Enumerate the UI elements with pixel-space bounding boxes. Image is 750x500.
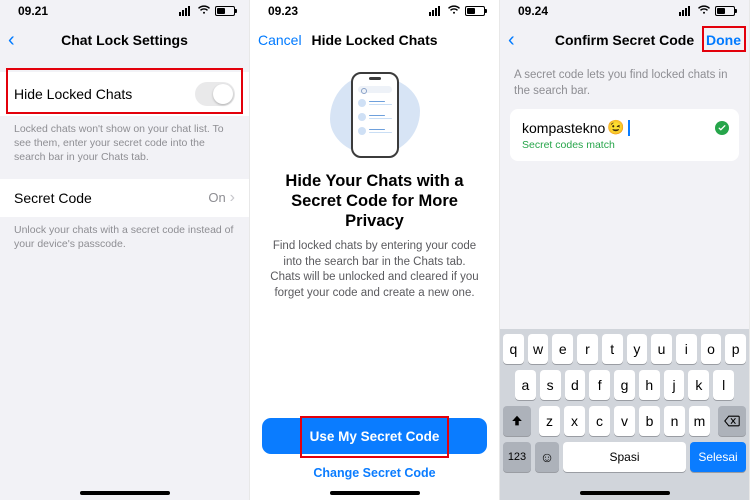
page-title: Chat Lock Settings: [61, 32, 188, 48]
key-i[interactable]: i: [676, 334, 697, 364]
page-title: Confirm Secret Code: [555, 32, 694, 48]
instruction-text: A secret code lets you find locked chats…: [500, 58, 749, 109]
screen-chat-lock-settings: 09.21 ‹ Chat Lock Settings Hide Locked C…: [0, 0, 250, 500]
settings-body: Hide Locked Chats Locked chats won't sho…: [0, 58, 249, 500]
key-t[interactable]: t: [602, 334, 623, 364]
chevron-right-icon: ›: [230, 189, 235, 207]
done-button[interactable]: Done: [706, 22, 741, 58]
battery-icon: [465, 6, 485, 16]
wifi-icon: [197, 4, 211, 18]
code-text: kompastekno: [522, 120, 605, 136]
keyboard-done-key[interactable]: Selesai: [690, 442, 746, 472]
illustration: [315, 66, 435, 164]
match-indicator: Secret codes match: [522, 139, 727, 151]
key-c[interactable]: c: [589, 406, 610, 436]
signal-icon: [679, 6, 693, 16]
chevron-left-icon: ‹: [508, 30, 515, 50]
key-e[interactable]: e: [552, 334, 573, 364]
headline: Hide Your Chats with a Secret Code for M…: [270, 172, 479, 231]
key-row-2: asdfghjkl: [503, 370, 746, 400]
shift-key[interactable]: [503, 406, 531, 436]
key-n[interactable]: n: [664, 406, 685, 436]
key-b[interactable]: b: [639, 406, 660, 436]
key-row-3: zxcvbnm: [503, 406, 746, 436]
key-o[interactable]: o: [701, 334, 722, 364]
home-indicator[interactable]: [80, 491, 170, 495]
hide-locked-chats-row[interactable]: Hide Locked Chats: [0, 72, 249, 116]
row-value: On: [208, 190, 225, 205]
key-f[interactable]: f: [589, 370, 610, 400]
emoji-key[interactable]: ☺: [535, 442, 559, 472]
back-button[interactable]: ‹: [8, 22, 15, 58]
key-x[interactable]: x: [564, 406, 585, 436]
row-label: Hide Locked Chats: [14, 86, 132, 102]
status-time: 09.23: [268, 4, 298, 18]
key-j[interactable]: j: [664, 370, 685, 400]
screen-confirm-secret-code: 09.24 ‹ Confirm Secret Code Done A secre…: [500, 0, 750, 500]
status-time: 09.24: [518, 4, 548, 18]
home-indicator[interactable]: [330, 491, 420, 495]
page-title: Hide Locked Chats: [311, 32, 437, 48]
wifi-icon: [697, 4, 711, 18]
key-z[interactable]: z: [539, 406, 560, 436]
battery-icon: [715, 6, 735, 16]
cancel-button[interactable]: Cancel: [258, 22, 302, 58]
use-my-secret-code-button[interactable]: Use My Secret Code: [262, 418, 487, 454]
keyboard: qwertyuiop asdfghjkl zxcvbnm 123 ☺ Spasi…: [500, 329, 749, 500]
body-text: Find locked chats by entering your code …: [270, 239, 479, 301]
emoji-icon: 😉: [607, 119, 624, 136]
phone-illustration-icon: [351, 72, 399, 158]
row-label: Secret Code: [14, 190, 92, 206]
signal-icon: [179, 6, 193, 16]
key-r[interactable]: r: [577, 334, 598, 364]
text-cursor: [628, 120, 630, 136]
hide-locked-chats-toggle[interactable]: [195, 82, 235, 106]
key-s[interactable]: s: [540, 370, 561, 400]
status-bar: 09.23: [250, 0, 499, 22]
nav-bar: ‹ Chat Lock Settings: [0, 22, 249, 58]
status-time: 09.21: [18, 4, 48, 18]
wifi-icon: [447, 4, 461, 18]
key-row-4: 123 ☺ Spasi Selesai: [503, 442, 746, 472]
nav-bar: Cancel Hide Locked Chats: [250, 22, 499, 58]
space-key[interactable]: Spasi: [563, 442, 686, 472]
screen-hide-locked-chats: 09.23 Cancel Hide Locked Chats Hide Your…: [250, 0, 500, 500]
battery-icon: [215, 6, 235, 16]
code-help-text: Unlock your chats with a secret code ins…: [0, 217, 249, 265]
checkmark-icon: [715, 121, 729, 135]
secret-code-row[interactable]: Secret Code On ›: [0, 179, 249, 217]
key-h[interactable]: h: [639, 370, 660, 400]
key-p[interactable]: p: [725, 334, 746, 364]
key-k[interactable]: k: [688, 370, 709, 400]
key-v[interactable]: v: [614, 406, 635, 436]
nav-bar: ‹ Confirm Secret Code Done: [500, 22, 749, 58]
promo-body: Hide Your Chats with a Secret Code for M…: [250, 58, 499, 500]
change-secret-code-link[interactable]: Change Secret Code: [250, 466, 499, 480]
secret-code-field[interactable]: kompastekno😉 Secret codes match: [510, 109, 739, 161]
confirm-body: A secret code lets you find locked chats…: [500, 58, 749, 500]
key-a[interactable]: a: [515, 370, 536, 400]
key-y[interactable]: y: [627, 334, 648, 364]
toggle-help-text: Locked chats won't show on your chat lis…: [0, 116, 249, 179]
key-w[interactable]: w: [528, 334, 549, 364]
key-l[interactable]: l: [713, 370, 734, 400]
signal-icon: [429, 6, 443, 16]
backspace-key[interactable]: [718, 406, 746, 436]
status-bar: 09.21: [0, 0, 249, 22]
key-m[interactable]: m: [689, 406, 710, 436]
chevron-left-icon: ‹: [8, 30, 15, 50]
back-button[interactable]: ‹: [508, 22, 515, 58]
numbers-key[interactable]: 123: [503, 442, 531, 472]
key-row-1: qwertyuiop: [503, 334, 746, 364]
key-g[interactable]: g: [614, 370, 635, 400]
key-q[interactable]: q: [503, 334, 524, 364]
key-u[interactable]: u: [651, 334, 672, 364]
home-indicator[interactable]: [580, 491, 670, 495]
status-bar: 09.24: [500, 0, 749, 22]
key-d[interactable]: d: [565, 370, 586, 400]
